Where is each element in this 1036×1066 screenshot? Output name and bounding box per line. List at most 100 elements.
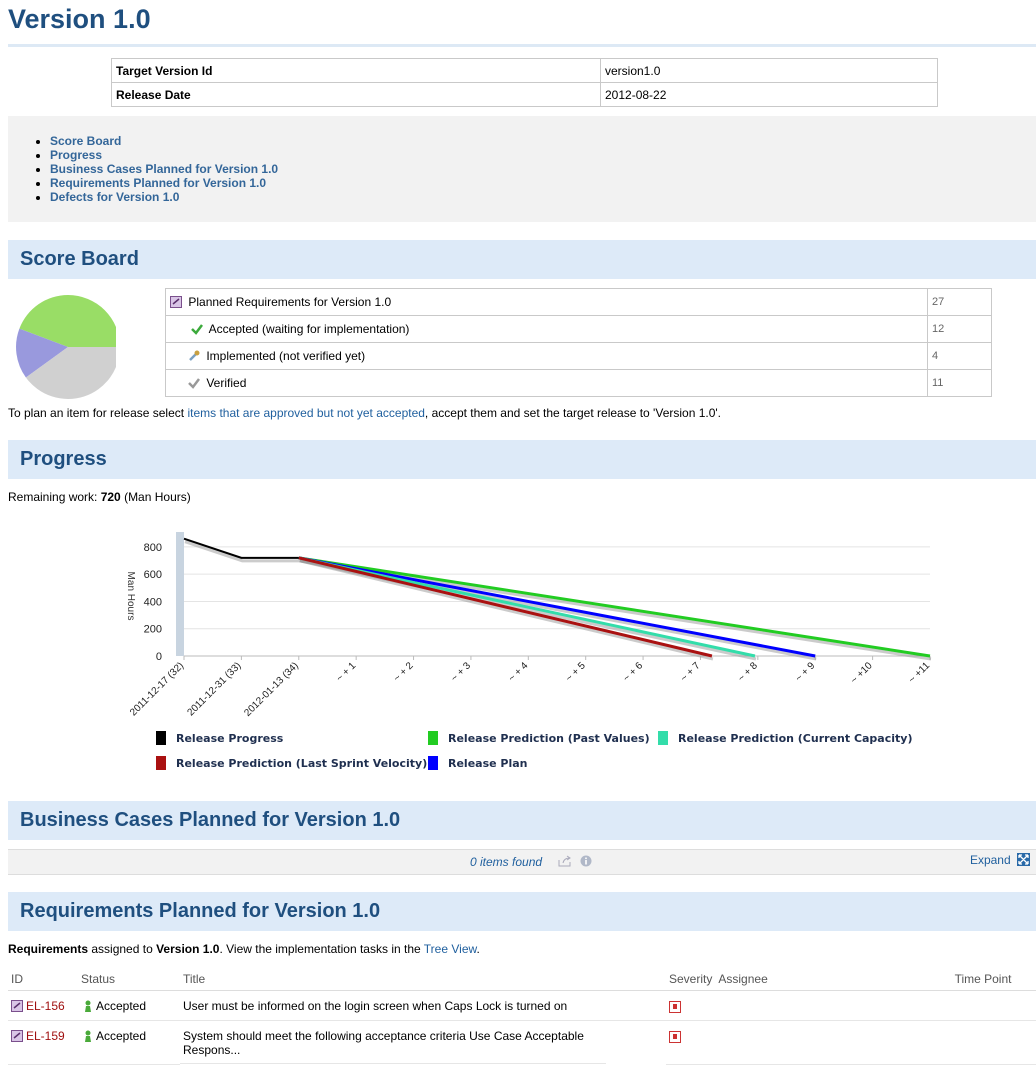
scoreboard-count: 4: [927, 342, 992, 370]
x-tick-label: ~ + 7: [679, 660, 703, 684]
section-header-business-cases: Business Cases Planned for Version 1.0: [8, 801, 1036, 840]
legend-swatch: [156, 756, 166, 770]
y-tick-label: 0: [156, 651, 162, 663]
x-tick-label: ~ + 2: [392, 660, 416, 684]
section-header-requirements: Requirements Planned for Version 1.0: [8, 892, 1036, 931]
section-title: Business Cases Planned for Version 1.0: [20, 809, 401, 831]
table-header-row: ID Status Title Severity Assignee Time P…: [8, 968, 1036, 991]
section-title: Requirements Planned for Version 1.0: [20, 900, 381, 922]
assignee-cell: [702, 1020, 952, 1065]
info-icon[interactable]: [580, 855, 592, 867]
requirement-icon: [11, 1000, 23, 1012]
y-axis-bar: [176, 532, 184, 656]
legend-swatch: [658, 731, 668, 745]
person-accepted-icon: [81, 1000, 93, 1012]
toc-link-defects[interactable]: Defects for Version 1.0: [50, 190, 179, 204]
scoreboard-row: Implemented (not verified yet) 4: [165, 342, 992, 370]
property-value: version1.0: [600, 58, 938, 83]
severity-high-icon: [669, 1001, 681, 1013]
status-label: Accepted: [96, 999, 147, 1013]
scoreboard-row: Accepted (waiting for implementation) 12: [165, 315, 992, 343]
section-header-progress: Progress: [8, 440, 1036, 479]
column-header-severity[interactable]: Severity: [669, 972, 712, 986]
series-line-release-prediction-past-values-: [298, 556, 931, 658]
section-title: Progress: [20, 448, 107, 470]
items-found-label: 0 items found: [470, 855, 543, 869]
legend-swatch: [428, 756, 438, 770]
assignee-cell: [702, 990, 952, 1021]
person-accepted-icon: [81, 1030, 93, 1042]
property-key: Release Date: [111, 82, 601, 107]
time-point-cell: [951, 1020, 1036, 1065]
severity-high-icon: [669, 1031, 681, 1043]
tree-view-link[interactable]: Tree View: [424, 942, 477, 956]
wrench-icon: [188, 350, 200, 362]
scoreboard-pie-chart: [16, 295, 116, 399]
y-tick-label: 200: [144, 624, 162, 636]
requirement-id-link[interactable]: EL-159: [26, 1029, 65, 1043]
legend-label: Release Plan: [448, 757, 528, 770]
x-tick-label: 2011-12-31 (33): [186, 660, 244, 718]
table-row: EL-156 Accepted User must be informed on…: [8, 990, 1036, 1021]
column-header-status[interactable]: Status: [78, 968, 180, 991]
y-tick-label: 400: [144, 596, 162, 608]
scoreboard-row: Verified 11: [165, 369, 992, 397]
property-key: Target Version Id: [111, 58, 601, 83]
toc-link-requirements[interactable]: Requirements Planned for Version 1.0: [50, 176, 266, 190]
export-icon[interactable]: [558, 855, 572, 867]
toc-link-business-cases[interactable]: Business Cases Planned for Version 1.0: [50, 162, 278, 176]
requirement-id-link[interactable]: EL-156: [26, 999, 65, 1013]
legend-label: Release Prediction (Past Values): [448, 732, 650, 745]
x-tick-label: ~ + 4: [507, 660, 531, 684]
column-header-severity-assignee: Severity Assignee: [666, 968, 952, 991]
scoreboard-label: Planned Requirements for Version 1.0: [188, 295, 392, 309]
column-header-title[interactable]: Title: [180, 968, 666, 991]
status-label: Accepted: [96, 1029, 147, 1043]
scoreboard-label: Accepted (waiting for implementation): [208, 322, 410, 336]
legend-label: Release Prediction (Current Capacity): [678, 732, 912, 745]
time-point-cell: [951, 990, 1036, 1021]
toc-link-progress[interactable]: Progress: [50, 148, 102, 162]
scoreboard-table: Planned Requirements for Version 1.0 27 …: [165, 288, 992, 397]
column-header-id[interactable]: ID: [8, 968, 78, 991]
title-divider: [8, 44, 1036, 47]
legend-label: Release Prediction (Last Sprint Velocity…: [176, 757, 427, 770]
scoreboard-label: Verified: [206, 376, 247, 390]
burndown-chart: 8006004002000Man Hours2011-12-17 (32) 201…: [125, 532, 932, 770]
section-header-score-board: Score Board: [8, 240, 1036, 279]
scoreboard-count: 27: [927, 288, 992, 316]
series-line-release-prediction-last-sprint-velocity-: [298, 556, 713, 658]
requirement-icon: [11, 1030, 23, 1042]
page-title: Version 1.0: [8, 4, 151, 34]
series-line-release-plan: [298, 556, 816, 658]
property-value: 2012-08-22: [600, 82, 938, 107]
x-tick-label: ~ + 5: [564, 660, 588, 684]
x-tick-label: 2011-12-17 (32): [128, 660, 186, 718]
scoreboard-count: 11: [927, 369, 992, 397]
x-tick-label: ~ + 1: [334, 660, 358, 684]
approved-items-link[interactable]: items that are approved but not yet acce…: [187, 406, 424, 420]
version-properties-table: Target Version Id version1.0 Release Dat…: [111, 58, 938, 107]
section-title: Score Board: [20, 248, 139, 270]
x-tick-label: ~ +10: [849, 660, 875, 686]
remaining-work: Remaining work: 720 (Man Hours): [8, 490, 191, 504]
x-tick-label: ~ + 6: [621, 660, 645, 684]
x-tick-label: ~ + 8: [736, 660, 760, 684]
requirements-note: Requirements assigned to Version 1.0. Vi…: [8, 942, 480, 956]
column-header-assignee[interactable]: Assignee: [718, 972, 767, 986]
requirements-table: ID Status Title Severity Assignee Time P…: [8, 968, 1036, 1065]
y-axis-label: Man Hours: [125, 572, 136, 621]
checkmark-green-icon: [191, 323, 203, 335]
column-header-time-point[interactable]: Time Point: [951, 968, 1036, 991]
pie-slice-accepted: [68, 295, 116, 347]
scoreboard-label: Implemented (not verified yet): [206, 349, 366, 363]
business-cases-toolbar: 0 items found Expand: [8, 849, 1036, 875]
legend-label: Release Progress: [176, 732, 284, 745]
plan-instructions: To plan an item for release select items…: [8, 406, 722, 420]
x-tick-label: 2012-01-13 (34): [242, 660, 300, 718]
scoreboard-count: 12: [927, 315, 992, 343]
toc-link-score-board[interactable]: Score Board: [50, 134, 121, 148]
expand-button[interactable]: Expand: [970, 853, 1030, 867]
property-row: Target Version Id version1.0: [111, 58, 938, 83]
checkmark-gray-icon: [188, 377, 200, 389]
